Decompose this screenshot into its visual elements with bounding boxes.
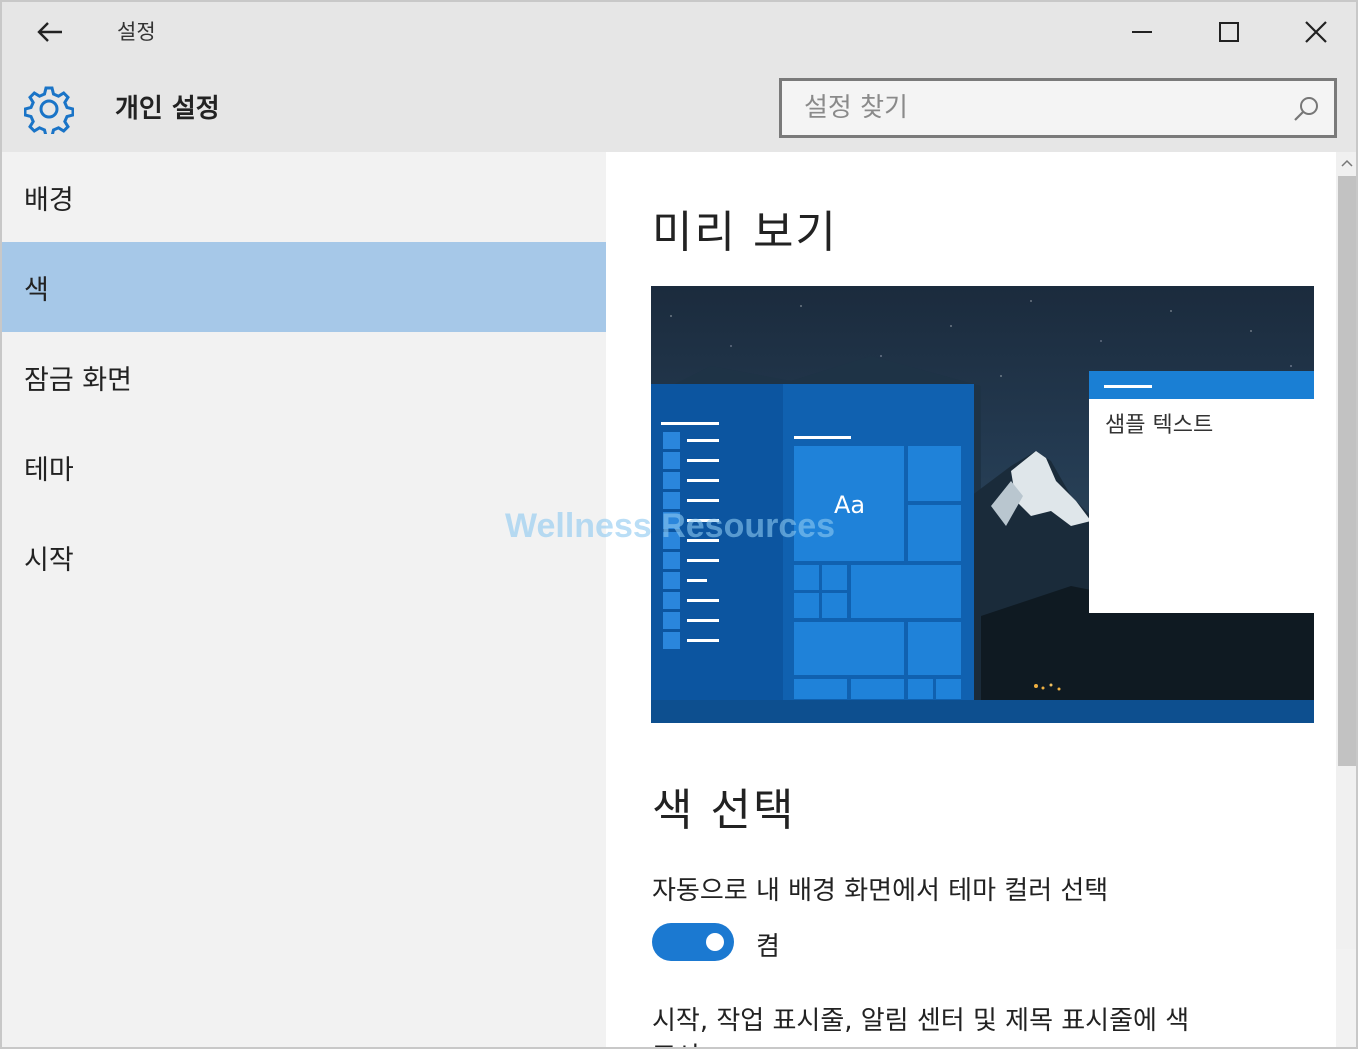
preview-image: Aa 샘플 텍스트 [651, 286, 1314, 723]
content-pane: 미리 보기 Aa 샘플 텍스트 색 선택 자동으로 내 배경 화면에서 테마 컬… [606, 152, 1336, 1047]
maximize-icon [1219, 22, 1239, 42]
sidebar-item-lock-screen[interactable]: 잠금 화면 [2, 332, 606, 422]
minimize-button[interactable] [1112, 10, 1172, 54]
search-icon[interactable] [1292, 95, 1320, 123]
accent-surfaces-label: 시작, 작업 표시줄, 알림 센터 및 제목 표시줄에 색 [652, 1006, 1190, 1036]
scroll-thumb[interactable] [1338, 176, 1356, 766]
preview-taskbar [651, 700, 1314, 723]
sidebar-item-themes[interactable]: 테마 [2, 422, 606, 512]
sidebar-item-color[interactable]: 색 [2, 242, 606, 332]
toggle-knob [706, 933, 724, 951]
back-button[interactable] [30, 14, 70, 50]
scroll-up-button[interactable] [1336, 152, 1356, 174]
content-scrollbar[interactable] [1336, 152, 1356, 949]
minimize-icon [1132, 31, 1152, 33]
close-icon [1305, 21, 1327, 43]
back-arrow-icon [37, 22, 62, 42]
search-input[interactable] [782, 81, 1334, 135]
auto-color-toggle[interactable] [652, 923, 734, 961]
preview-tile-text: Aa [834, 491, 866, 519]
page-header: 개인 설정 [2, 64, 1356, 152]
close-button[interactable] [1286, 10, 1346, 54]
sample-text: 샘플 텍스트 [1105, 413, 1214, 438]
sidebar-item-label: 색 [24, 274, 49, 306]
preview-start-menu [651, 384, 974, 723]
preview-list-lines [661, 422, 719, 649]
page-title: 개인 설정 [115, 94, 220, 124]
search-box[interactable] [779, 78, 1337, 138]
settings-window: 설정 개인 설정 배경 [0, 0, 1358, 1049]
sidebar-item-background[interactable]: 배경 [2, 152, 606, 242]
sidebar-item-label: 배경 [24, 184, 74, 216]
preview-sample-window: 샘플 텍스트 [1089, 371, 1314, 613]
sample-window-bar [1104, 385, 1152, 388]
sidebar-item-label: 시작 [24, 544, 74, 576]
title-bar: 설정 [2, 2, 1356, 64]
sidebar-item-start[interactable]: 시작 [2, 512, 606, 602]
color-section-heading: 색 선택 [652, 785, 796, 836]
accent-surfaces-label-cont: 표시 [652, 1036, 700, 1047]
preview-tiles [794, 436, 961, 699]
auto-color-label: 자동으로 내 배경 화면에서 테마 컬러 선택 [652, 876, 1109, 906]
sidebar-item-label: 테마 [24, 454, 74, 486]
preview-start-list [651, 384, 783, 723]
maximize-button[interactable] [1199, 10, 1259, 54]
window-title: 설정 [117, 20, 156, 44]
preview-heading: 미리 보기 [652, 207, 838, 258]
chevron-up-icon [1341, 159, 1353, 167]
sidebar-nav: 배경 색 잠금 화면 테마 시작 [2, 152, 606, 1047]
auto-color-state: 켬 [756, 932, 780, 962]
gear-icon [24, 86, 74, 134]
sidebar-item-label: 잠금 화면 [24, 364, 132, 396]
